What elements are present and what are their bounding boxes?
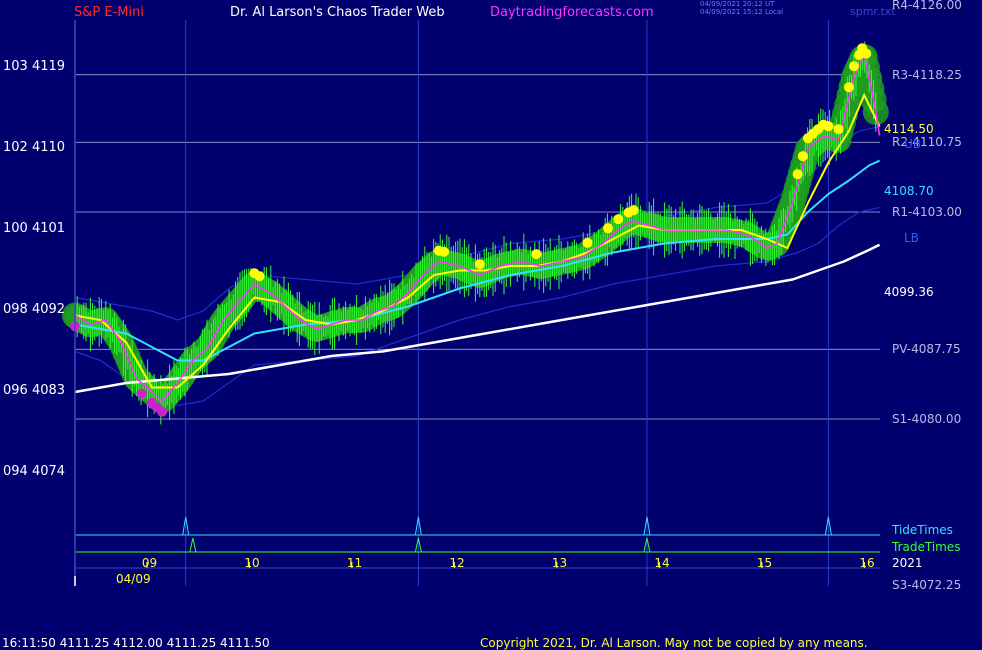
signal-dot-high: [792, 169, 803, 180]
trade-times-label: TradeTimes: [892, 540, 961, 554]
lower-band-label: LB: [904, 231, 919, 245]
signal-dot-high: [797, 151, 808, 162]
signal-dot-high: [861, 48, 872, 59]
y-tick-label: 102 4110: [3, 140, 66, 155]
level-label: R4-4126.00: [892, 0, 962, 12]
level-label: PV-4087.75: [892, 342, 961, 357]
level-label: S1-4080.00: [892, 412, 962, 426]
tide-times-label: TideTimes: [892, 523, 953, 537]
signal-dot-low: [157, 406, 168, 417]
chart-svg: [0, 0, 982, 650]
signal-dot-high: [843, 82, 854, 93]
signal-dot-high: [603, 223, 613, 234]
signal-dot-high: [531, 249, 542, 260]
signal-dot-high: [582, 237, 593, 248]
level-label: R3-4118.25: [892, 67, 962, 82]
quote-readout: 16:11:50 4111.25 4112.00 4111.25 4111.50: [2, 636, 270, 650]
signal-dot-high: [613, 214, 624, 225]
value-label-slow-ma: 4114.50: [884, 122, 934, 136]
chart-title: Dr. Al Larson's Chaos Trader Web: [230, 5, 445, 20]
y-tick-label: 094 4074: [3, 464, 66, 479]
y-tick-label: 100 4101: [3, 221, 66, 236]
level-label: R2-4110.75: [892, 135, 962, 150]
value-label-long-ma: 4099.36: [884, 285, 934, 299]
copyright-notice: Copyright 2021, Dr. Al Larson. May not b…: [480, 636, 868, 650]
level-label: R1-4103.00: [892, 205, 962, 219]
x-tick-label: 11: [346, 556, 363, 570]
x-tick-label: 15: [756, 556, 773, 570]
x-tick-label: 12: [449, 556, 465, 570]
site-link[interactable]: Daytradingforecasts.com: [490, 6, 654, 20]
x-tick-label: 09: [141, 556, 158, 570]
signal-dot-high: [628, 205, 639, 216]
timestamp-local: 04/09/2021 15:12 Local: [700, 8, 784, 16]
x-tick-label: 16: [859, 556, 875, 570]
year-label: 2021: [892, 556, 923, 570]
x-tick-label: 10: [244, 556, 260, 570]
signal-dot-low: [136, 388, 147, 399]
signal-dot-high: [254, 271, 265, 282]
signal-dot-high: [439, 246, 449, 257]
x-tick-label: 14: [654, 556, 670, 570]
file-tag: spmr.txt: [850, 5, 896, 18]
signal-dot-high: [849, 61, 859, 72]
y-tick-label: 098 4092: [3, 302, 66, 317]
value-label-trend-ma: 4108.70: [884, 184, 934, 198]
upper-band-label: UB: [904, 137, 922, 151]
signal-dot-high: [823, 121, 834, 132]
signal-dot-high: [833, 124, 844, 135]
signal-dot-high: [474, 259, 485, 270]
date-label: 04/09: [116, 572, 151, 586]
timestamp-ut: 04/09/2021 20:12 UT: [700, 0, 775, 8]
x-tick-label: 13: [551, 556, 568, 570]
y-tick-label: 096 4083: [3, 383, 66, 398]
y-tick-label: 103 4119: [3, 59, 66, 74]
symbol-label: S&P E-Mini: [74, 5, 144, 20]
level-label: S3-4072.25: [892, 578, 962, 592]
